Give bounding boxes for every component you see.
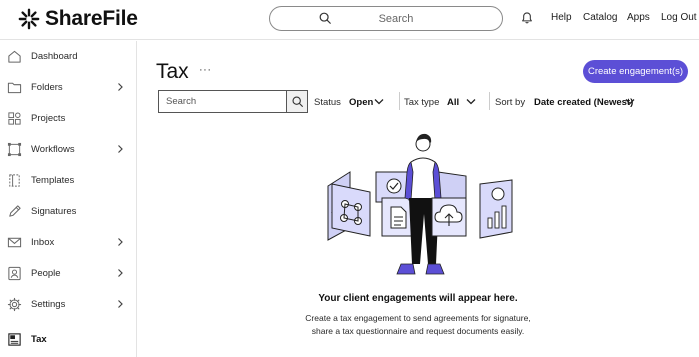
sort-select[interactable]: Date created (Newest) <box>534 97 633 108</box>
status-filter-label: Status <box>314 97 341 108</box>
tax-search-box <box>158 90 286 113</box>
search-button[interactable] <box>286 90 308 113</box>
help-link[interactable]: Help <box>551 12 572 23</box>
home-icon <box>8 50 21 63</box>
global-search[interactable] <box>269 6 503 31</box>
sidebar-item-dashboard[interactable]: Dashboard <box>0 41 137 72</box>
empty-state-illustration <box>327 133 513 275</box>
sidebar-item-label: Signatures <box>31 206 77 217</box>
search-icon <box>292 96 303 107</box>
person-icon <box>8 266 21 281</box>
logout-link[interactable]: Log Out <box>661 12 697 23</box>
sharefile-logo-icon <box>18 8 40 30</box>
sidebar: Dashboard Folders Projects Workflows Tem… <box>0 41 137 357</box>
more-options-button[interactable]: ··· <box>199 64 212 76</box>
top-bar: ShareFile Help Catalog Apps Log Out <box>0 0 699 40</box>
folder-icon <box>7 82 22 94</box>
empty-state-line-2: share a tax questionnaire and request do… <box>311 326 525 336</box>
tax-search-input[interactable] <box>159 91 286 112</box>
sort-label: Sort by <box>495 97 526 108</box>
chevron-right-icon <box>118 269 123 277</box>
taxtype-filter-select[interactable]: All <box>447 97 459 108</box>
filter-divider <box>489 92 490 110</box>
global-search-input[interactable] <box>270 12 502 25</box>
chevron-right-icon <box>118 238 123 246</box>
chevron-down-icon[interactable] <box>625 98 635 106</box>
sidebar-item-label: Inbox <box>31 237 55 248</box>
sidebar-item-templates[interactable]: Templates <box>0 165 137 196</box>
chevron-right-icon <box>118 83 123 91</box>
sidebar-item-inbox[interactable]: Inbox <box>0 227 137 258</box>
sidebar-item-projects[interactable]: Projects <box>0 103 137 134</box>
empty-state-line-1: Create a tax engagement to send agreemen… <box>305 313 531 323</box>
sidebar-item-label: Dashboard <box>31 51 78 62</box>
sidebar-item-label: Templates <box>31 175 75 186</box>
create-engagement-button[interactable]: Create engagement(s) <box>583 60 688 83</box>
projects-icon <box>8 112 21 125</box>
sharefile-logo[interactable]: ShareFile <box>18 6 138 32</box>
apps-link[interactable]: Apps <box>627 12 650 23</box>
sidebar-item-people[interactable]: People <box>0 258 137 289</box>
sidebar-item-label: Folders <box>31 82 63 93</box>
sidebar-item-workflows[interactable]: Workflows <box>0 134 137 165</box>
sidebar-item-signatures[interactable]: Signatures <box>0 196 137 227</box>
chevron-down-icon[interactable] <box>466 98 476 106</box>
templates-icon <box>9 174 20 187</box>
sidebar-item-label: Workflows <box>31 144 75 155</box>
bell-icon[interactable] <box>520 11 534 25</box>
search-icon <box>319 12 331 24</box>
page-title: Tax <box>156 60 189 83</box>
pen-icon <box>9 205 21 217</box>
status-filter-select[interactable]: Open <box>349 97 373 108</box>
sidebar-item-label: Projects <box>31 113 66 124</box>
empty-state-description: Create a tax engagement to send agreemen… <box>0 312 699 338</box>
mail-icon <box>7 237 22 248</box>
chevron-right-icon <box>118 145 123 153</box>
taxtype-filter-label: Tax type <box>404 97 440 108</box>
filter-divider <box>399 92 400 110</box>
sidebar-item-folders[interactable]: Folders <box>0 72 137 103</box>
sidebar-item-label: People <box>31 268 61 279</box>
catalog-link[interactable]: Catalog <box>583 12 617 23</box>
chevron-down-icon[interactable] <box>374 98 384 106</box>
logo-text: ShareFile <box>45 7 138 30</box>
empty-state-title: Your client engagements will appear here… <box>318 293 518 304</box>
workflows-icon <box>7 142 22 157</box>
